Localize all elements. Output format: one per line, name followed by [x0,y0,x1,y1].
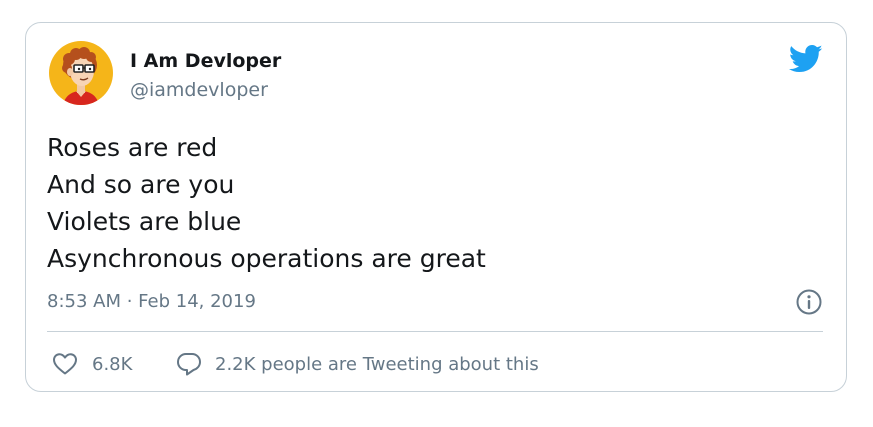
tweet-line: Violets are blue [47,207,242,236]
tweet-line: Roses are red [47,133,218,162]
divider [47,331,823,332]
tweet-line: And so are you [47,170,235,199]
heart-icon [52,352,78,376]
user-handle[interactable]: @iamdevloper [130,79,268,101]
twitter-bird-icon[interactable] [788,44,823,74]
replies-text: 2.2K people are Tweeting about this [215,353,539,375]
info-icon[interactable] [795,288,823,316]
tweet-timestamp[interactable]: 8:53 AM · Feb 14, 2019 [47,291,256,312]
avatar-image [49,41,113,105]
avatar[interactable] [49,41,113,105]
user-name[interactable]: I Am Devloper [130,50,281,72]
like-button[interactable]: 6.8K [52,350,132,378]
reply-button[interactable]: 2.2K people are Tweeting about this [176,350,539,378]
speech-bubble-icon [176,351,202,377]
tweet-card[interactable]: I Am Devloper @iamdevloper Roses are red… [25,22,847,392]
likes-count: 6.8K [92,353,133,375]
tweet-line: Asynchronous operations are great [47,244,486,273]
tweet-text: Roses are red And so are you Violets are… [47,129,486,277]
